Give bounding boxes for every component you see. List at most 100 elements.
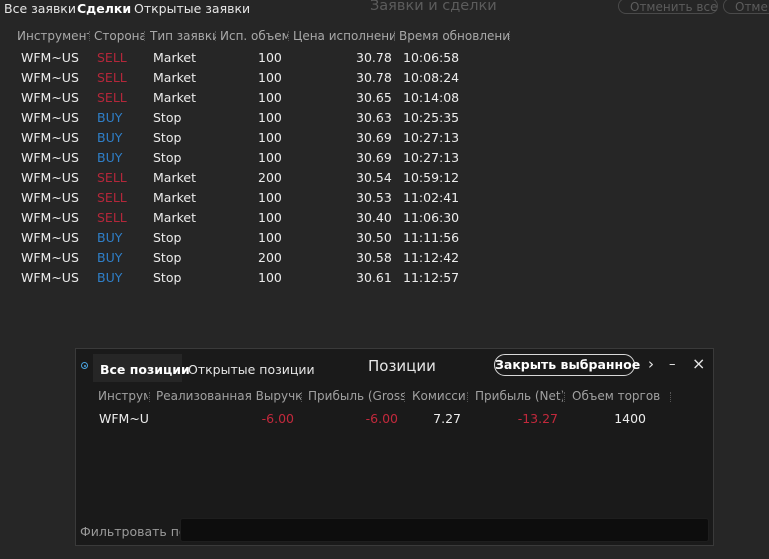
cell-update-time: 10:06:58 (403, 50, 460, 65)
column-resize-handle[interactable] (144, 31, 146, 41)
cell-side: BUY (97, 270, 123, 285)
cell-instrument: WFM~US (21, 150, 79, 165)
column-resize-handle[interactable] (404, 392, 406, 402)
cancel-all-button[interactable]: Отменить все (618, 0, 718, 14)
cell-side: BUY (97, 130, 123, 145)
cell-side: BUY (97, 230, 123, 245)
tab-open-positions[interactable]: Открытые позиции (188, 362, 315, 377)
cell-order-type: Stop (153, 150, 182, 165)
cell-update-time: 10:14:08 (403, 90, 460, 105)
position-commission: 7.27 (433, 411, 461, 426)
table-row[interactable]: WFM~US BUY Stop 100 30.69 10:27:13 (0, 127, 769, 147)
minimize-icon[interactable]: – (669, 357, 676, 372)
cell-update-time: 10:27:13 (403, 150, 460, 165)
tab-all-positions-label[interactable]: Все позиции (100, 362, 190, 377)
cell-order-type: Market (153, 50, 196, 65)
tab-all-orders[interactable]: Все заявки (4, 1, 76, 16)
cell-order-type: Stop (153, 130, 182, 145)
cell-filled-qty: 100 (258, 270, 282, 285)
column-header-volume[interactable]: Объем торгов (572, 389, 670, 403)
column-header-commission[interactable]: Комисси (412, 389, 465, 403)
positions-panel-header: Все позиции Открытые позиции Позиции Зак… (76, 349, 713, 382)
cell-filled-qty: 100 (258, 50, 282, 65)
column-header-net-pnl[interactable]: Прибыль (Net) (475, 389, 563, 403)
positions-panel-title: Позиции (368, 357, 436, 375)
table-row[interactable]: WFM~US BUY Stop 100 30.69 10:27:13 (0, 147, 769, 167)
filter-label: Фильтровать по (80, 524, 187, 539)
table-row[interactable]: WFM~US SELL Market 100 30.53 11:02:41 (0, 187, 769, 207)
table-row[interactable]: WFM~US BUY Stop 200 30.58 11:12:42 (0, 247, 769, 267)
cell-order-type: Stop (153, 270, 182, 285)
cell-instrument: WFM~US (21, 70, 79, 85)
trades-table-header: Инструмент Сторона Тип заявки Исп. объем… (0, 27, 769, 45)
table-row[interactable]: WFM~US BUY Stop 100 30.61 11:12:57 (0, 267, 769, 287)
cell-exec-price: 30.40 (356, 210, 392, 225)
cell-update-time: 11:06:30 (403, 210, 460, 225)
cell-filled-qty: 100 (258, 70, 282, 85)
column-resize-handle[interactable] (509, 31, 511, 41)
cell-order-type: Market (153, 210, 196, 225)
column-resize-handle[interactable] (467, 392, 469, 402)
cell-filled-qty: 100 (258, 110, 282, 125)
cell-filled-qty: 100 (258, 90, 282, 105)
tab-trades[interactable]: Сделки (77, 1, 131, 16)
position-net-pnl: -13.27 (517, 411, 558, 426)
cell-update-time: 11:12:42 (403, 250, 460, 265)
column-resize-handle[interactable] (301, 392, 303, 402)
column-header-instrument[interactable]: Инструмент (17, 29, 89, 43)
column-resize-handle[interactable] (89, 31, 91, 41)
table-row[interactable]: WFM~US SELL Market 200 30.54 10:59:12 (0, 167, 769, 187)
close-selected-button[interactable]: Закрыть выбранное (494, 354, 640, 376)
table-row[interactable]: WFM~US SELL Market 100 30.78 10:06:58 (0, 47, 769, 67)
close-icon[interactable]: × (692, 354, 705, 373)
column-header-instrument[interactable]: Инструме (98, 389, 148, 403)
filter-input[interactable] (180, 518, 709, 542)
column-header-side[interactable]: Сторона (94, 29, 144, 43)
table-row[interactable]: WFM~US SELL Market 100 30.78 10:08:24 (0, 67, 769, 87)
cell-exec-price: 30.65 (356, 90, 392, 105)
cell-order-type: Market (153, 190, 196, 205)
cell-exec-price: 30.61 (356, 270, 392, 285)
panel-link-radio-icon[interactable] (81, 362, 88, 369)
table-row[interactable]: WFM~US BUY Stop 100 30.63 10:25:35 (0, 107, 769, 127)
cancel-button[interactable]: Отмен (723, 0, 769, 14)
column-resize-handle[interactable] (215, 31, 217, 41)
cell-exec-price: 30.63 (356, 110, 392, 125)
column-resize-handle[interactable] (394, 31, 396, 41)
column-header-order-type[interactable]: Тип заявки (150, 29, 216, 43)
column-header-realized[interactable]: Реализованная Выручка (156, 389, 301, 403)
cell-side: SELL (97, 90, 127, 105)
table-row[interactable]: WFM~US SELL Market 100 30.40 11:06:30 (0, 207, 769, 227)
column-header-filled-qty[interactable]: Исп. объем (220, 29, 288, 43)
positions-panel: Все позиции Открытые позиции Позиции Зак… (75, 348, 714, 546)
cell-exec-price: 30.50 (356, 230, 392, 245)
cell-instrument: WFM~US (21, 270, 79, 285)
column-header-update-time[interactable]: Время обновления (399, 29, 509, 43)
chevron-right-icon[interactable]: › (648, 355, 654, 373)
cell-exec-price: 30.78 (356, 50, 392, 65)
cell-update-time: 10:08:24 (403, 70, 460, 85)
cell-instrument: WFM~US (21, 50, 79, 65)
position-volume: 1400 (614, 411, 646, 426)
positions-table-row[interactable]: WFM~U -6.00 -6.00 7.27 -13.27 1400 (76, 409, 713, 427)
table-row[interactable]: WFM~US SELL Market 100 30.65 10:14:08 (0, 87, 769, 107)
table-row[interactable]: WFM~US BUY Stop 100 30.50 11:11:56 (0, 227, 769, 247)
position-realized: -6.00 (261, 411, 294, 426)
cell-update-time: 10:27:13 (403, 130, 460, 145)
column-resize-handle[interactable] (149, 392, 151, 402)
column-resize-handle[interactable] (288, 31, 290, 41)
cell-instrument: WFM~US (21, 170, 79, 185)
tab-open-orders[interactable]: Открытые заявки (134, 1, 250, 16)
cell-order-type: Stop (153, 250, 182, 265)
position-gross-pnl: -6.00 (365, 411, 398, 426)
column-header-gross-pnl[interactable]: Прибыль (Gross) (308, 389, 404, 403)
cell-side: BUY (97, 250, 123, 265)
cell-order-type: Stop (153, 110, 182, 125)
cell-instrument: WFM~US (21, 230, 79, 245)
orders-and-trades-window: Все заявки Сделки Открытые заявки Заявки… (0, 0, 769, 559)
cell-update-time: 11:12:57 (403, 270, 460, 285)
cell-filled-qty: 100 (258, 150, 282, 165)
column-resize-handle[interactable] (670, 392, 672, 402)
column-resize-handle[interactable] (564, 392, 566, 402)
column-header-exec-price[interactable]: Цена исполнения (293, 29, 395, 43)
